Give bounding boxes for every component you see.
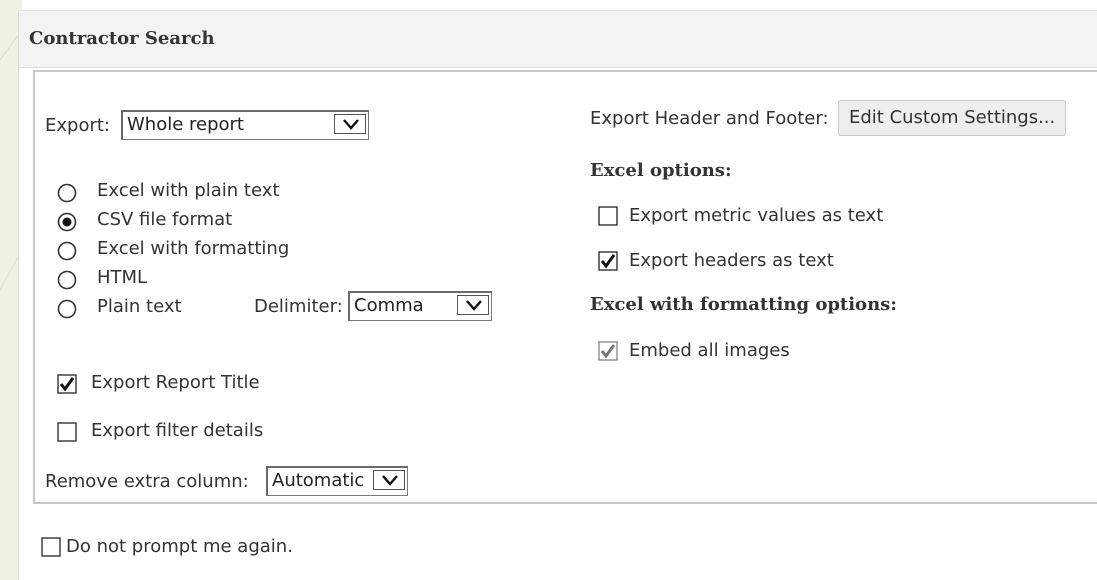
export-metric-values-checkbox[interactable] bbox=[598, 206, 618, 226]
remove-extra-column-select[interactable]: Automatic bbox=[266, 466, 408, 496]
export-headers-as-text-label[interactable]: Export headers as text bbox=[629, 250, 834, 271]
radio-label-excel-with-formatting[interactable]: Excel with formatting bbox=[97, 238, 289, 259]
radio-plain-text[interactable] bbox=[57, 299, 77, 319]
export-headers-as-text-checkbox[interactable] bbox=[598, 251, 618, 271]
export-scope-select[interactable]: Whole report bbox=[121, 110, 369, 140]
radio-html[interactable] bbox=[57, 270, 77, 290]
remove-extra-column-value: Automatic bbox=[272, 470, 365, 491]
export-filter-details-label[interactable]: Export filter details bbox=[91, 420, 263, 441]
embed-all-images-checkbox[interactable] bbox=[598, 341, 618, 361]
edit-custom-settings-button[interactable]: Edit Custom Settings... bbox=[838, 100, 1067, 136]
delimiter-label: Delimiter: bbox=[254, 296, 343, 317]
embed-all-images-label[interactable]: Embed all images bbox=[629, 340, 790, 361]
radio-label-csv-file-format[interactable]: CSV file format bbox=[97, 209, 232, 230]
radio-csv-file-format[interactable] bbox=[57, 212, 77, 232]
chevron-down-icon[interactable] bbox=[457, 295, 489, 315]
chevron-down-icon[interactable] bbox=[334, 114, 366, 134]
do-not-prompt-label[interactable]: Do not prompt me again. bbox=[66, 536, 293, 557]
export-label: Export: bbox=[45, 115, 110, 136]
radio-label-html[interactable]: HTML bbox=[97, 267, 147, 288]
dialog-title-bar: Contractor Search bbox=[19, 10, 1097, 68]
dialog-title: Contractor Search bbox=[29, 28, 215, 49]
export-report-title-checkbox[interactable] bbox=[57, 374, 77, 394]
chevron-down-icon[interactable] bbox=[373, 470, 405, 490]
export-dialog: Contractor Search Export: Whole report E… bbox=[18, 10, 1097, 580]
export-metric-values-label[interactable]: Export metric values as text bbox=[629, 205, 883, 226]
radio-label-excel-plain-text[interactable]: Excel with plain text bbox=[97, 180, 279, 201]
export-filter-details-checkbox[interactable] bbox=[57, 422, 77, 442]
radio-excel-with-formatting[interactable] bbox=[57, 241, 77, 261]
export-report-title-label[interactable]: Export Report Title bbox=[91, 372, 260, 393]
excel-options-heading: Excel options: bbox=[590, 160, 732, 181]
remove-extra-column-label: Remove extra column: bbox=[45, 471, 249, 492]
radio-excel-plain-text[interactable] bbox=[57, 183, 77, 203]
export-options-panel: Export: Whole report Excel with plain te… bbox=[33, 70, 1097, 504]
do-not-prompt-checkbox[interactable] bbox=[41, 537, 61, 557]
excel-formatting-options-heading: Excel with formatting options: bbox=[590, 294, 897, 315]
delimiter-select[interactable]: Comma bbox=[348, 291, 492, 321]
export-scope-value: Whole report bbox=[127, 114, 244, 135]
radio-label-plain-text[interactable]: Plain text bbox=[97, 296, 182, 317]
export-header-footer-label: Export Header and Footer: bbox=[590, 108, 829, 129]
delimiter-value: Comma bbox=[354, 295, 424, 316]
